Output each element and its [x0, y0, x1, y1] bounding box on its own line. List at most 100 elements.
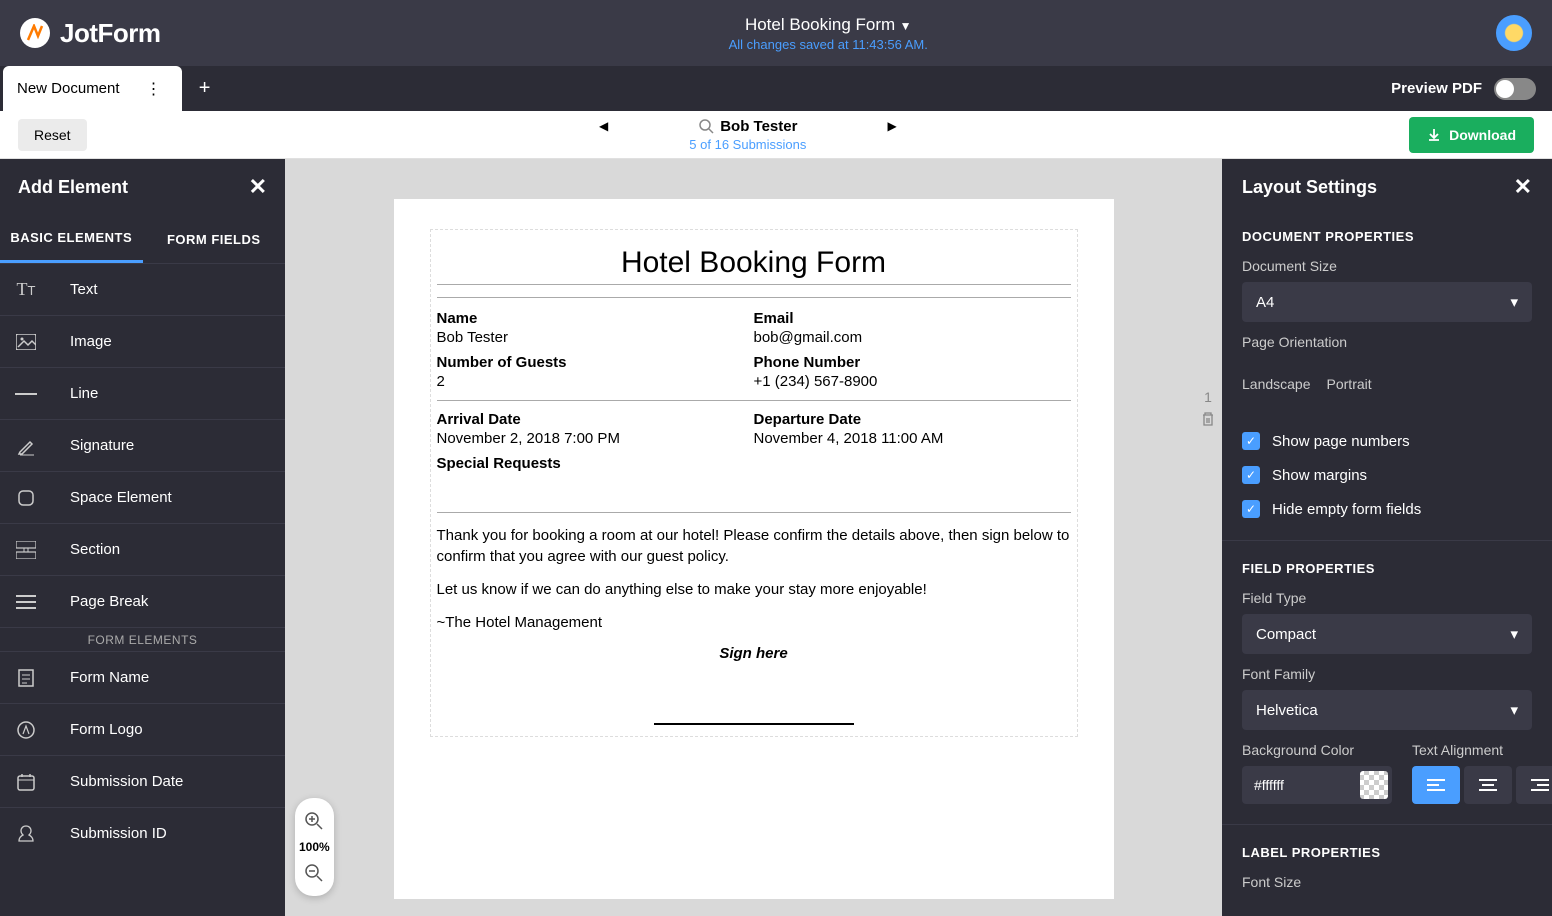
tab-form-fields[interactable]: FORM FIELDS	[143, 215, 286, 263]
line-icon	[0, 392, 52, 396]
submitter-name[interactable]: Bob Tester	[698, 118, 797, 135]
checkbox-hide-empty[interactable]: ✓	[1242, 500, 1260, 518]
signature-icon	[0, 436, 52, 456]
bg-color-label: Background Color	[1242, 742, 1392, 758]
label-props-title: LABEL PROPERTIES	[1222, 831, 1552, 868]
label-phone: Phone Number	[754, 354, 1071, 371]
label-special: Special Requests	[437, 455, 1071, 472]
prev-submission-button[interactable]: ◀	[599, 119, 608, 133]
bg-color-input[interactable]: #ffffff	[1242, 766, 1392, 804]
label-departure: Departure Date	[754, 411, 1071, 428]
close-right-panel-icon[interactable]: ✕	[1514, 174, 1532, 200]
value-guests: 2	[437, 373, 754, 390]
message-1: Thank you for booking a room at our hote…	[437, 525, 1071, 567]
value-departure: November 4, 2018 11:00 AM	[754, 430, 1071, 447]
element-submission-id[interactable]: Submission ID	[0, 807, 285, 859]
element-signature[interactable]: Signature	[0, 419, 285, 471]
add-tab-button[interactable]: +	[190, 74, 220, 104]
element-space[interactable]: Space Element	[0, 471, 285, 523]
check-label-margins: Show margins	[1272, 467, 1367, 484]
space-icon	[0, 488, 52, 508]
field-type-label: Field Type	[1242, 590, 1532, 606]
chevron-down-icon: ▾	[1510, 625, 1518, 643]
message-2: Let us know if we can do anything else t…	[437, 579, 1071, 600]
element-page-break[interactable]: Page Break	[0, 575, 285, 627]
chevron-down-icon: ▾	[1510, 293, 1518, 311]
orientation-label: Page Orientation	[1242, 334, 1532, 350]
doc-props-title: DOCUMENT PROPERTIES	[1222, 215, 1552, 252]
saved-status: All changes saved at 11:43:56 AM.	[161, 37, 1497, 52]
font-family-select[interactable]: Helvetica▾	[1242, 690, 1532, 730]
field-type-select[interactable]: Compact▾	[1242, 614, 1532, 654]
zoom-percent: 100%	[299, 840, 330, 854]
page-break-icon	[0, 594, 52, 610]
app-logo: JotForm	[20, 18, 161, 49]
next-submission-button[interactable]: ▶	[887, 119, 896, 133]
label-guests: Number of Guests	[437, 354, 754, 371]
check-label-hide-empty: Hide empty form fields	[1272, 501, 1421, 518]
element-image[interactable]: Image	[0, 315, 285, 367]
id-icon	[0, 824, 52, 844]
submission-count: 5 of 16 Submissions	[87, 137, 1410, 152]
signature-line[interactable]	[654, 723, 854, 725]
trash-icon[interactable]	[1200, 411, 1216, 427]
align-center-button[interactable]	[1464, 766, 1512, 804]
text-icon: TT	[0, 279, 52, 300]
document-tab[interactable]: New Document ⋮	[3, 66, 182, 111]
reset-button[interactable]: Reset	[18, 119, 87, 151]
element-section[interactable]: Section	[0, 523, 285, 575]
label-email: Email	[754, 310, 1071, 327]
close-left-panel-icon[interactable]: ✕	[249, 174, 267, 200]
zoom-in-button[interactable]	[299, 806, 329, 836]
color-swatch[interactable]	[1360, 771, 1388, 799]
orientation-portrait[interactable]: Portrait	[1327, 376, 1372, 392]
align-left-button[interactable]	[1412, 766, 1460, 804]
download-button[interactable]: Download	[1409, 117, 1534, 153]
preview-pdf-toggle[interactable]	[1494, 78, 1536, 100]
user-avatar[interactable]	[1496, 15, 1532, 51]
orientation-landscape[interactable]: Landscape	[1242, 376, 1311, 392]
tab-menu-icon[interactable]: ⋮	[140, 79, 168, 99]
doc-title: Hotel Booking Form	[437, 246, 1071, 285]
download-icon	[1427, 128, 1441, 142]
field-props-title: FIELD PROPERTIES	[1222, 547, 1552, 584]
page-number: 1	[1204, 389, 1212, 405]
jotform-logo-icon	[20, 18, 50, 48]
section-icon	[0, 541, 52, 559]
font-size-label: Font Size	[1242, 874, 1532, 890]
value-name: Bob Tester	[437, 329, 754, 346]
element-submission-date[interactable]: Submission Date	[0, 755, 285, 807]
logo-text: JotForm	[60, 18, 161, 49]
form-title[interactable]: Hotel Booking Form ▼	[161, 15, 1497, 35]
label-arrival: Arrival Date	[437, 411, 754, 428]
checkbox-page-numbers[interactable]: ✓	[1242, 432, 1260, 450]
divider	[437, 512, 1071, 513]
form-logo-icon	[0, 720, 52, 740]
element-form-name[interactable]: Form Name	[0, 651, 285, 703]
element-form-logo[interactable]: Form Logo	[0, 703, 285, 755]
message-3: ~The Hotel Management	[437, 612, 1071, 633]
form-elements-header: FORM ELEMENTS	[0, 627, 285, 651]
preview-pdf-label: Preview PDF	[1391, 80, 1482, 97]
chevron-down-icon: ▾	[1510, 701, 1518, 719]
document-page[interactable]: Hotel Booking Form NameBob Tester Emailb…	[394, 199, 1114, 899]
doc-size-select[interactable]: A4▾	[1242, 282, 1532, 322]
label-name: Name	[437, 310, 754, 327]
form-name-icon	[0, 668, 52, 688]
sign-here-label: Sign here	[437, 645, 1071, 662]
value-arrival: November 2, 2018 7:00 PM	[437, 430, 754, 447]
doc-size-label: Document Size	[1242, 258, 1532, 274]
value-phone: +1 (234) 567-8900	[754, 373, 1071, 390]
left-panel-title: Add Element	[18, 177, 128, 198]
align-right-button[interactable]	[1516, 766, 1552, 804]
tab-basic-elements[interactable]: BASIC ELEMENTS	[0, 215, 143, 263]
date-icon	[0, 773, 52, 791]
checkbox-margins[interactable]: ✓	[1242, 466, 1260, 484]
right-panel-title: Layout Settings	[1242, 177, 1377, 198]
text-align-label: Text Alignment	[1412, 742, 1552, 758]
element-line[interactable]: Line	[0, 367, 285, 419]
check-label-page-numbers: Show page numbers	[1272, 433, 1410, 450]
element-text[interactable]: TTText	[0, 263, 285, 315]
image-icon	[0, 334, 52, 350]
zoom-out-button[interactable]	[299, 858, 329, 888]
